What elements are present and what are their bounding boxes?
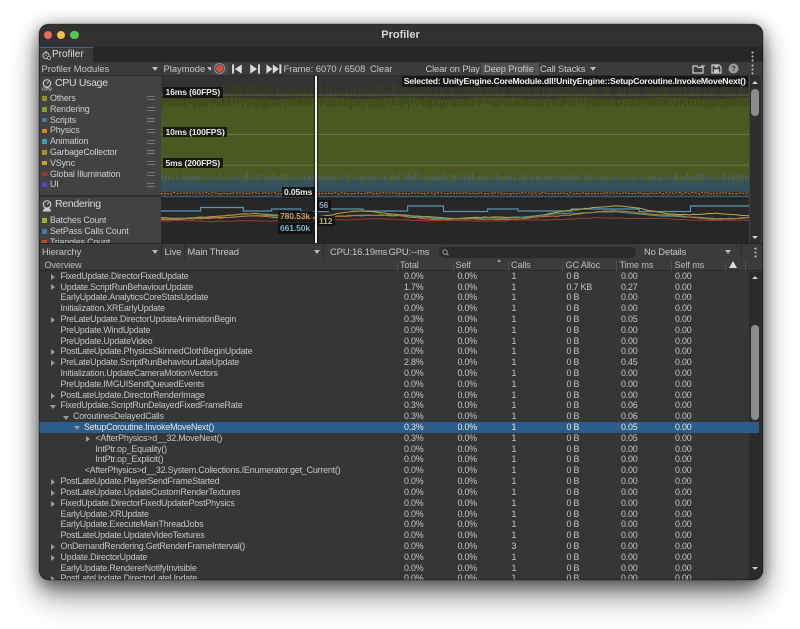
- svg-text:?: ?: [731, 65, 736, 74]
